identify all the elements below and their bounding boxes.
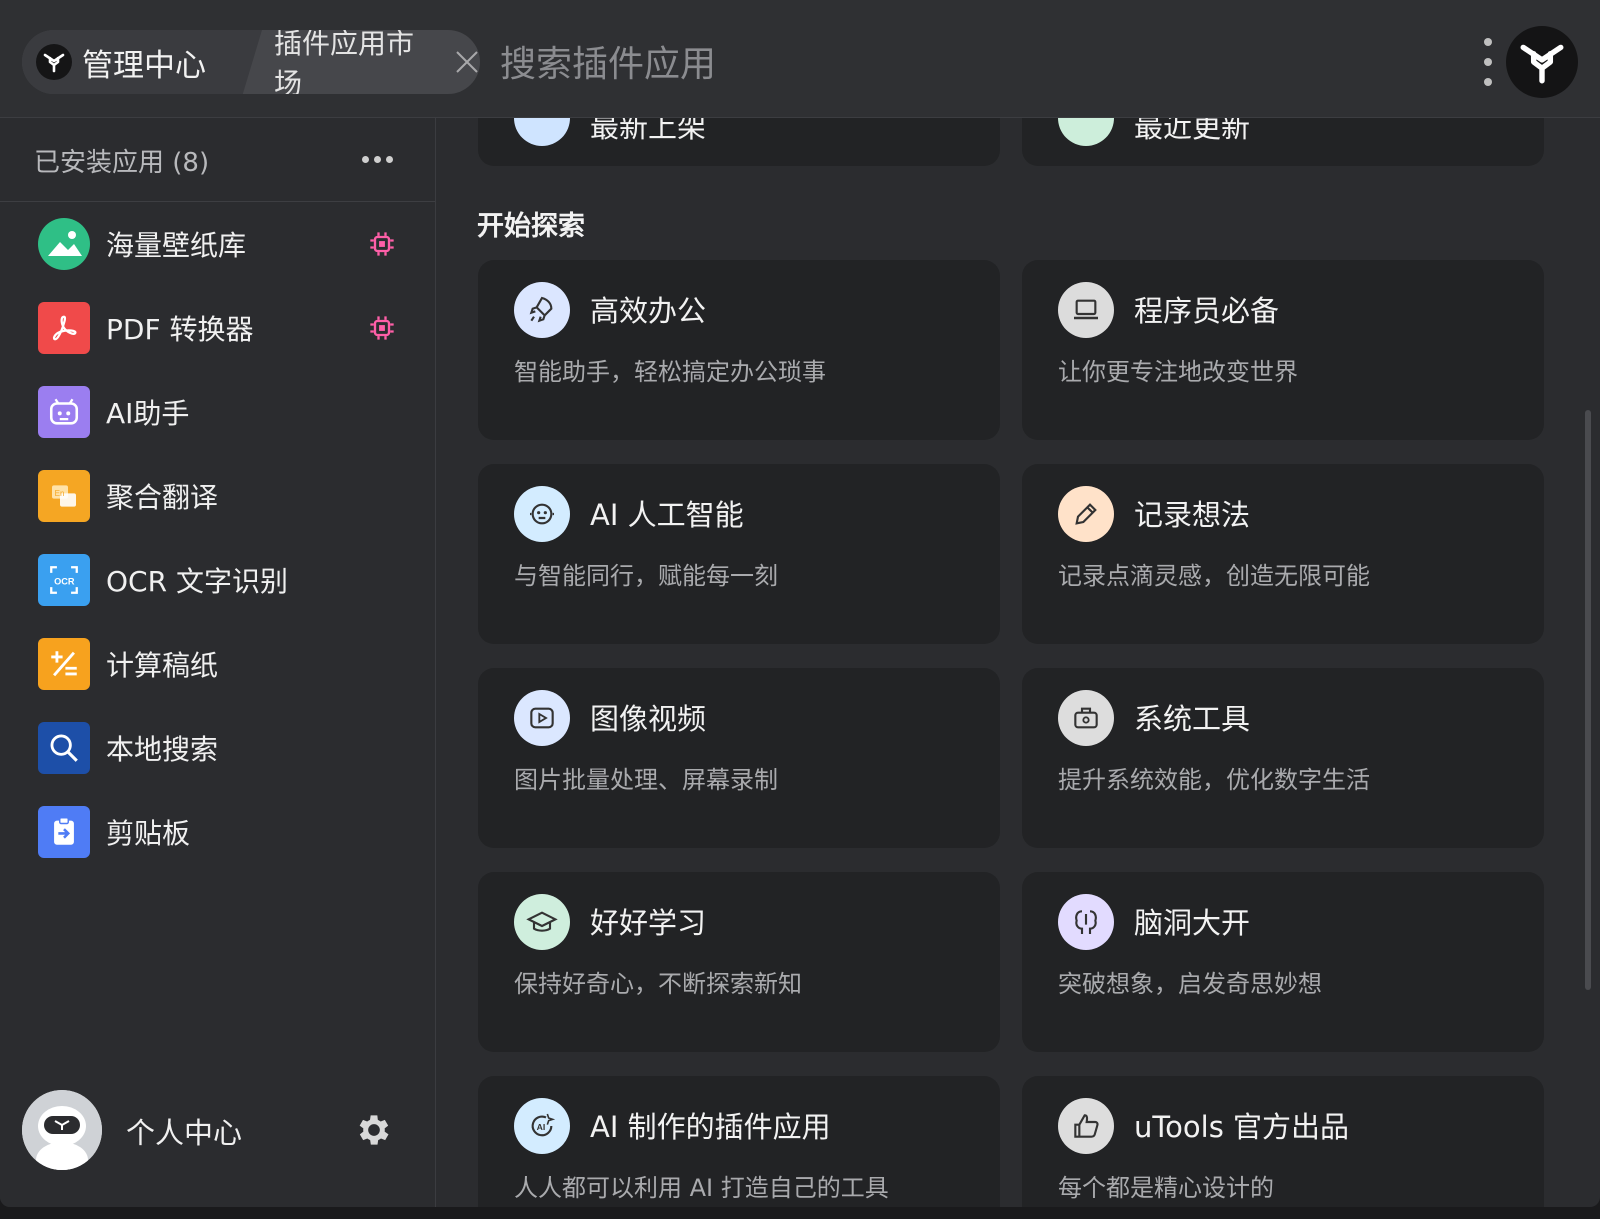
sidebar: 已安装应用 (8) 海量壁纸库 PDF 转换器 AI助手 En 聚合翻译 OCR OCR 文… [0, 118, 436, 1207]
sidebar-app-name: 聚合翻译 [106, 481, 219, 514]
brain-icon [1058, 894, 1114, 950]
sidebar-app-item[interactable]: 本地搜索 [0, 706, 436, 790]
wallpaper-icon [38, 218, 90, 270]
svg-text:AI: AI [537, 1122, 546, 1132]
clipboard-icon [38, 806, 90, 858]
category-description: 每个都是精心设计的 [1058, 1174, 1274, 1202]
sidebar-app-item[interactable]: 海量壁纸库 [0, 202, 436, 286]
category-card[interactable]: 脑洞大开突破想象，启发奇思妙想 [1022, 872, 1544, 1052]
profile-section: 个人中心 [0, 1076, 436, 1186]
category-description: 提升系统效能，优化数字生活 [1058, 766, 1370, 794]
sidebar-app-name: PDF 转换器 [106, 313, 254, 346]
sidebar-app-name: 计算稿纸 [106, 649, 219, 682]
robot-icon [38, 386, 90, 438]
category-title: 系统工具 [1134, 702, 1251, 736]
search-icon [38, 722, 90, 774]
category-description: 记录点滴灵感，创造无限可能 [1058, 562, 1370, 590]
plugin-chip-icon[interactable] [368, 230, 396, 258]
category-card[interactable]: 记录想法记录点滴灵感，创造无限可能 [1022, 464, 1544, 644]
category-description: 保持好奇心，不断探索新知 [514, 970, 802, 998]
category-title: 脑洞大开 [1134, 906, 1251, 940]
breadcrumb-home[interactable]: 管理中心 [22, 30, 262, 94]
card-latest[interactable]: 最新上架 [478, 118, 1000, 166]
translate-icon: En [38, 470, 90, 522]
calculator-icon [38, 638, 90, 690]
sidebar-app-item[interactable]: OCR OCR 文字识别 [0, 538, 436, 622]
sidebar-app-item[interactable]: En 聚合翻译 [0, 454, 436, 538]
ai-tool-icon: AI [514, 1098, 570, 1154]
card-recent-updates[interactable]: 最近更新 [1022, 118, 1544, 166]
sidebar-app-name: AI助手 [106, 397, 190, 430]
close-icon[interactable] [454, 48, 480, 76]
sidebar-app-name: 海量壁纸库 [106, 229, 247, 262]
pencil-icon [1058, 486, 1114, 542]
card-recent-updates-title: 最近更新 [1134, 118, 1251, 144]
main-content: 最新上架 最近更新 开始探索 高效办公 智能助手，轻松搞定办公琐事 程序员必备 让你更… [437, 118, 1600, 1207]
plugin-chip-icon[interactable] [368, 314, 396, 342]
more-horizontal-icon[interactable] [362, 156, 393, 163]
svg-text:En: En [55, 489, 65, 498]
category-title: 图像视频 [590, 702, 707, 736]
category-description: 突破想象，启发奇思妙想 [1058, 970, 1322, 998]
user-avatar[interactable] [22, 1090, 102, 1170]
svg-text:OCR: OCR [54, 576, 75, 586]
app-window: 管理中心 插件应用市场 已安装应用 (8) 海量壁纸库 PDF 转换器 AI助手 En… [0, 0, 1600, 1207]
gear-icon[interactable] [354, 1110, 394, 1150]
thumbs-up-icon [1058, 1098, 1114, 1154]
toolbox-icon [1058, 690, 1114, 746]
breadcrumb: 管理中心 插件应用市场 [22, 30, 480, 94]
category-card[interactable]: AI 人工智能与智能同行，赋能每一刻 [478, 464, 1000, 644]
scrollbar-thumb[interactable] [1585, 410, 1591, 990]
category-title: 程序员必备 [1134, 294, 1280, 328]
category-card[interactable]: 图像视频图片批量处理、屏幕录制 [478, 668, 1000, 848]
installed-apps-header: 已安装应用 (8) [0, 118, 435, 202]
category-description: 图片批量处理、屏幕录制 [514, 766, 778, 794]
ocr-icon: OCR [38, 554, 90, 606]
refresh-icon [1058, 118, 1114, 146]
category-title: uTools 官方出品 [1134, 1110, 1350, 1144]
card-latest-title: 最新上架 [590, 118, 707, 144]
category-title: AI 制作的插件应用 [590, 1110, 831, 1144]
sidebar-app-name: OCR 文字识别 [106, 565, 288, 598]
installed-apps-title: 已安装应用 (8) [34, 148, 210, 178]
category-title: 高效办公 [590, 294, 707, 328]
utools-logo-icon [36, 44, 72, 80]
category-description: 与智能同行，赋能每一刻 [514, 562, 778, 590]
more-vertical-icon[interactable] [1480, 38, 1496, 86]
category-card[interactable]: 程序员必备让你更专注地改变世界 [1022, 260, 1544, 440]
breadcrumb-market-label: 插件应用市场 [274, 30, 415, 94]
pdf-icon [38, 302, 90, 354]
sidebar-app-item[interactable]: 剪贴板 [0, 790, 436, 874]
rocket-icon [514, 282, 570, 338]
category-title: 好好学习 [590, 906, 707, 940]
arrow-up-icon [514, 118, 570, 146]
category-title: AI 人工智能 [590, 498, 744, 532]
category-description: 人人都可以利用 AI 打造自己的工具 [514, 1174, 889, 1202]
breadcrumb-home-label: 管理中心 [82, 47, 206, 84]
installed-app-list: 海量壁纸库 PDF 转换器 AI助手 En 聚合翻译 OCR OCR 文字识别 计算稿纸本地搜… [0, 202, 436, 874]
category-card[interactable]: uTools 官方出品每个都是精心设计的 [1022, 1076, 1544, 1207]
profile-name: 个人中心 [126, 1116, 243, 1150]
category-card[interactable]: 好好学习保持好奇心，不断探索新知 [478, 872, 1000, 1052]
search-input[interactable] [500, 36, 1400, 92]
video-play-icon [514, 690, 570, 746]
sidebar-app-name: 剪贴板 [106, 817, 191, 850]
category-card[interactable]: 系统工具提升系统效能，优化数字生活 [1022, 668, 1544, 848]
sidebar-app-item[interactable]: AI助手 [0, 370, 436, 454]
breadcrumb-market[interactable]: 插件应用市场 [252, 30, 480, 94]
category-title: 记录想法 [1134, 498, 1251, 532]
graduation-cap-icon [514, 894, 570, 950]
category-description: 让你更专注地改变世界 [1058, 358, 1298, 386]
laptop-icon [1058, 282, 1114, 338]
section-title: 开始探索 [477, 211, 585, 242]
category-card[interactable]: 高效办公智能助手，轻松搞定办公琐事 [478, 260, 1000, 440]
sidebar-app-item[interactable]: PDF 转换器 [0, 286, 436, 370]
category-description: 智能助手，轻松搞定办公琐事 [514, 358, 826, 386]
ai-robot-icon [514, 486, 570, 542]
sidebar-app-name: 本地搜索 [106, 733, 219, 766]
utools-avatar[interactable] [1506, 26, 1578, 98]
sidebar-app-item[interactable]: 计算稿纸 [0, 622, 436, 706]
header-bar: 管理中心 插件应用市场 [0, 0, 1600, 118]
category-card[interactable]: AI AI 制作的插件应用人人都可以利用 AI 打造自己的工具 [478, 1076, 1000, 1207]
